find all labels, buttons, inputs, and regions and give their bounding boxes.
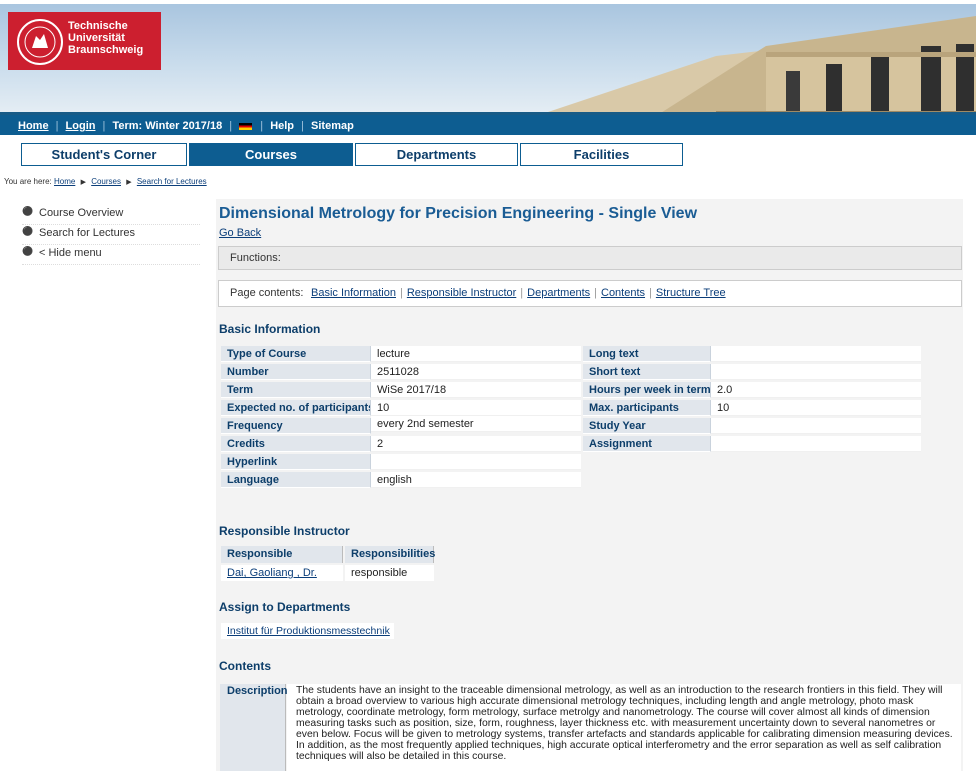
nav-separator: |	[102, 120, 106, 132]
nav-home-link[interactable]: Home	[18, 120, 49, 132]
tab-students-corner[interactable]: Student's Corner	[21, 143, 187, 166]
label-hyperlink: Hyperlink	[221, 454, 371, 470]
tab-departments[interactable]: Departments	[355, 143, 518, 166]
main-content: Dimensional Metrology for Precision Engi…	[216, 199, 963, 771]
link-responsible-instructor[interactable]: Responsible Instructor	[407, 287, 516, 299]
value-short-text	[711, 364, 921, 380]
breadcrumb-search-lectures[interactable]: Search for Lectures	[137, 177, 207, 186]
value-long-text	[711, 346, 921, 362]
label-hours-per-week: Hours per week in term	[583, 382, 711, 398]
sidebar: ⚫ Course Overview ⚫ Search for Lectures …	[22, 205, 200, 265]
page-contents-label: Page contents:	[230, 287, 304, 299]
value-term: WiSe 2017/18	[371, 382, 581, 398]
breadcrumb: You are here: Home ▶ Courses ▶ Search fo…	[4, 177, 207, 186]
nav-separator: |	[229, 120, 233, 132]
label-type-of-course: Type of Course	[221, 346, 371, 362]
nav-login-link[interactable]: Login	[66, 120, 96, 132]
label-assignment: Assignment	[583, 436, 711, 452]
label-number: Number	[221, 364, 371, 380]
functions-label: Functions:	[230, 252, 281, 264]
instructor-col-header: Responsible Instructor	[221, 546, 343, 577]
breadcrumb-prefix: You are here:	[4, 177, 52, 186]
responsibilities-col-header: Responsibilities	[345, 546, 435, 563]
instructor-heading: Responsible Instructor	[219, 524, 350, 538]
instructor-role: responsible	[345, 565, 434, 581]
sidebar-item-search-lectures[interactable]: ⚫ Search for Lectures	[22, 225, 200, 245]
sidebar-item-hide-menu[interactable]: ⚫ < Hide menu	[22, 245, 200, 265]
logo-line-1: Technische	[68, 20, 128, 32]
link-departments[interactable]: Departments	[527, 287, 590, 299]
sidebar-item-label: < Hide menu	[39, 247, 102, 259]
departments-heading: Assign to Departments	[219, 600, 351, 614]
link-contents[interactable]: Contents	[601, 287, 645, 299]
header-banner: Technische Universität Braunschweig	[0, 4, 976, 112]
link-structure-tree[interactable]: Structure Tree	[656, 287, 726, 299]
contents-heading: Contents	[219, 659, 271, 673]
tab-courses[interactable]: Courses	[189, 143, 353, 166]
value-hours-per-week: 2.0	[711, 382, 921, 398]
nav-separator: |	[55, 120, 59, 132]
logo-line-3: Braunschweig	[68, 44, 144, 56]
page-contents-bar: Page contents: Basic Information | Respons…	[218, 280, 962, 307]
value-expected-participants: 10	[371, 400, 581, 416]
tu-logo[interactable]: Technische Universität Braunschweig	[8, 12, 161, 70]
value-frequency: every 2nd semester	[371, 416, 581, 432]
sidebar-item-label: Search for Lectures	[39, 227, 135, 239]
instructor-name-link[interactable]: Dai, Gaoliang , Dr.	[221, 565, 343, 581]
go-back-link[interactable]: Go Back	[219, 227, 261, 239]
value-language: english	[371, 472, 581, 488]
nav-sitemap-link[interactable]: Sitemap	[311, 120, 354, 132]
bullet-icon: ⚫	[22, 226, 34, 236]
label-study-year: Study Year	[583, 418, 711, 434]
sidebar-item-label: Course Overview	[39, 207, 124, 219]
value-hyperlink[interactable]	[371, 454, 581, 470]
label-frequency: Frequency	[221, 418, 371, 434]
label-short-text: Short text	[583, 364, 711, 380]
label-language: Language	[221, 472, 371, 488]
page-title: Dimensional Metrology for Precision Engi…	[219, 205, 698, 222]
breadcrumb-home[interactable]: Home	[54, 177, 75, 186]
nav-separator: |	[260, 120, 264, 132]
nav-separator: |	[301, 120, 304, 132]
bullet-icon: ⚫	[22, 246, 34, 256]
label-credits: Credits	[221, 436, 371, 452]
nav-term[interactable]: Term: Winter 2017/18	[112, 120, 222, 132]
nav-help-link[interactable]: Help	[270, 120, 294, 132]
value-credits: 2	[371, 436, 581, 452]
value-study-year	[711, 418, 921, 434]
sidebar-item-course-overview[interactable]: ⚫ Course Overview	[22, 205, 200, 225]
value-type-of-course: lecture	[371, 346, 581, 362]
label-term: Term	[221, 382, 371, 398]
german-flag-icon[interactable]	[239, 122, 253, 130]
label-max-participants: Max. participants	[583, 400, 711, 416]
breadcrumb-arrow-icon: ▶	[126, 179, 132, 186]
tab-facilities[interactable]: Facilities	[520, 143, 683, 166]
description-label: Description	[220, 684, 288, 771]
top-nav-bar: Home | Login | Term: Winter 2017/18 | | …	[0, 112, 976, 135]
building-image	[548, 16, 976, 112]
logo-line-2: Universität	[68, 32, 125, 44]
value-assignment	[711, 436, 921, 452]
link-basic-information[interactable]: Basic Information	[311, 287, 396, 299]
bullet-icon: ⚫	[22, 206, 34, 216]
department-link[interactable]: Institut für Produktionsmesstechnik	[221, 623, 394, 639]
label-expected-participants: Expected no. of participants	[221, 400, 371, 416]
breadcrumb-courses[interactable]: Courses	[91, 177, 121, 186]
label-long-text: Long text	[583, 346, 711, 362]
seal-icon	[17, 19, 63, 65]
basic-info-heading: Basic Information	[219, 322, 321, 336]
description-text: The students have an insight to the trac…	[287, 684, 961, 771]
value-number: 2511028	[371, 364, 581, 380]
value-max-participants: 10	[711, 400, 921, 416]
functions-bar: Functions:	[218, 246, 962, 270]
breadcrumb-arrow-icon: ▶	[80, 179, 86, 186]
